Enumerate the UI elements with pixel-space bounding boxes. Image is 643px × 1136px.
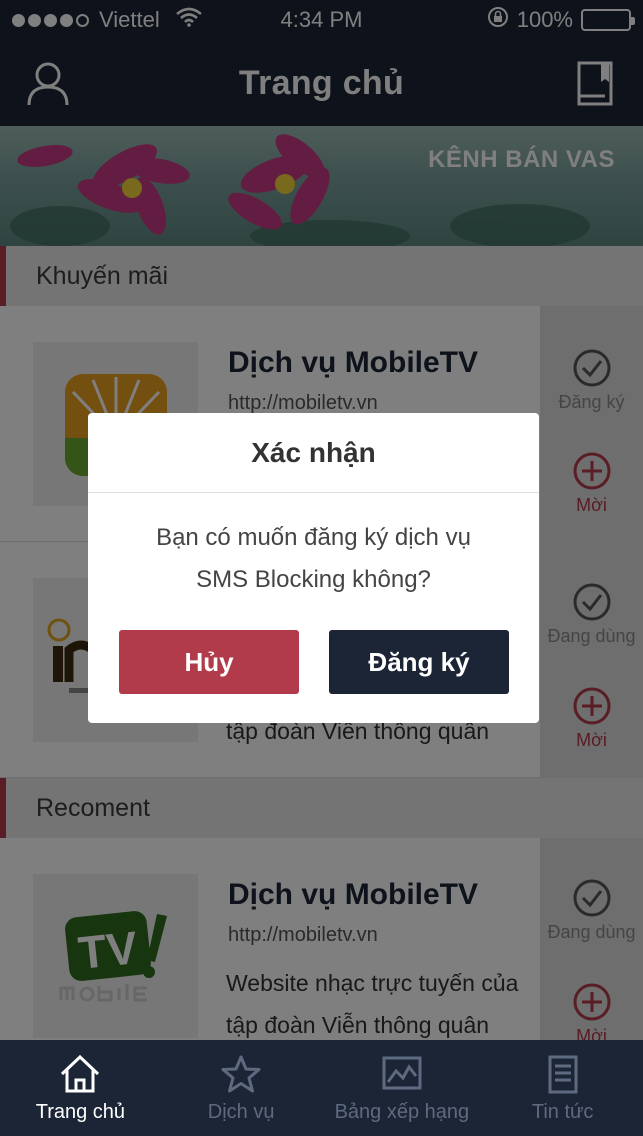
tab-news[interactable]: Tin tức: [482, 1040, 643, 1136]
confirm-dialog: Xác nhận Bạn có muốn đăng ký dịch vụ SMS…: [88, 413, 539, 723]
chart-icon: [382, 1056, 422, 1090]
news-icon: [548, 1055, 578, 1094]
tab-label: Tin tức: [531, 1101, 594, 1123]
dialog-message-line: Bạn có muốn đăng ký dịch vụ: [156, 524, 471, 551]
dialog-title: Xác nhận: [88, 413, 539, 493]
tab-home[interactable]: Trang chủ: [0, 1040, 161, 1136]
cancel-button[interactable]: Hủy: [119, 630, 299, 694]
dialog-message-line: SMS Blocking không?: [196, 566, 431, 593]
tab-label: Bảng xếp hạng: [334, 1101, 470, 1123]
tab-label: Dịch vụ: [207, 1101, 275, 1123]
tab-services[interactable]: Dịch vụ: [161, 1040, 322, 1136]
bottom-tab-bar: Trang chủ Dịch vụ Bảng xếp hạng Tin tức: [0, 1040, 643, 1136]
confirm-register-button[interactable]: Đăng ký: [329, 630, 509, 694]
dialog-message: Bạn có muốn đăng ký dịch vụ SMS Blocking…: [108, 517, 519, 601]
tab-rankings[interactable]: Bảng xếp hạng: [322, 1040, 483, 1136]
tab-label: Trang chủ: [35, 1101, 126, 1123]
star-icon: [221, 1055, 261, 1093]
home-icon: [61, 1054, 100, 1093]
